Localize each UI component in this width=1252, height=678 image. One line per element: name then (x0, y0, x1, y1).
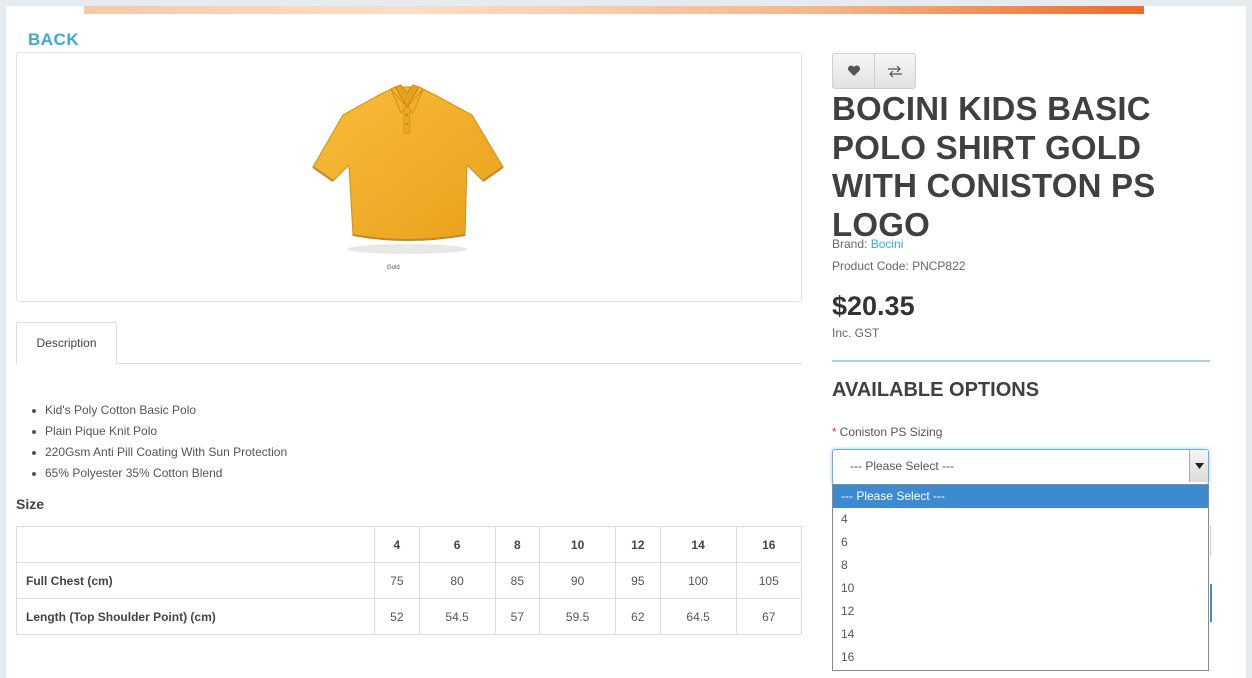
size-column-header: 14 (659, 526, 737, 563)
size-column-header: 6 (418, 526, 496, 563)
product-code-line: Product Code: PNCP822 (832, 259, 965, 273)
size-chart-table: 4 6 8 10 12 14 16 Full Chest (cm) 75 80 … (16, 526, 802, 635)
size-column-header: 10 (539, 526, 616, 563)
row-label: Length (Top Shoulder Point) (cm) (16, 598, 375, 635)
header-accent-bar (84, 6, 1144, 14)
caret-down-icon (1194, 463, 1204, 469)
table-cell: 64.5 (659, 598, 737, 635)
tab-strip: Description (16, 322, 802, 364)
size-column-header: 4 (374, 526, 420, 563)
table-cell: 59.5 (539, 598, 616, 635)
dropdown-option-placeholder[interactable]: --- Please Select --- (833, 485, 1208, 508)
required-marker: * (832, 425, 837, 439)
add-to-wishlist-button[interactable] (833, 54, 875, 88)
dropdown-option[interactable]: 10 (833, 577, 1208, 600)
list-item: Plain Pique Knit Polo (28, 421, 287, 442)
table-cell: 95 (615, 562, 661, 599)
size-column-header: 12 (615, 526, 661, 563)
list-item: Kid's Poly Cotton Basic Polo (28, 400, 287, 421)
size-column-header: 16 (735, 526, 802, 563)
table-cell: 62 (615, 598, 661, 635)
sizing-field-label: * Coniston PS Sizing (832, 425, 942, 439)
product-image[interactable] (307, 77, 507, 262)
table-cell: 100 (659, 562, 737, 599)
sizing-dropdown-list: --- Please Select --- 4 6 8 10 12 14 16 (832, 484, 1209, 671)
sizing-select[interactable]: --- Please Select --- (832, 449, 1209, 485)
brand-line: Brand: Bocini (832, 237, 903, 251)
table-row: Full Chest (cm) 75 80 85 90 95 100 105 (16, 562, 802, 599)
product-code-label: Product Code: (832, 259, 909, 273)
dropdown-option[interactable]: 4 (833, 508, 1208, 531)
description-list: Kid's Poly Cotton Basic Polo Plain Pique… (28, 400, 287, 484)
table-cell: 80 (418, 562, 496, 599)
table-cell: 105 (735, 562, 802, 599)
table-cell: 85 (494, 562, 541, 599)
table-cell: 90 (539, 562, 616, 599)
table-cell: 57 (494, 598, 541, 635)
size-heading: Size (16, 496, 45, 512)
table-header-row: 4 6 8 10 12 14 16 (16, 526, 802, 563)
dropdown-option[interactable]: 14 (833, 623, 1208, 646)
list-item: 220Gsm Anti Pill Coating With Sun Protec… (28, 442, 287, 463)
tab-description[interactable]: Description (16, 322, 117, 364)
polo-shirt-image (312, 84, 504, 254)
sizing-label-text: Coniston PS Sizing (839, 425, 943, 439)
table-cell: 52 (374, 598, 420, 635)
select-toggle[interactable] (1189, 450, 1208, 482)
brand-link[interactable]: Bocini (871, 237, 904, 251)
dropdown-option[interactable]: 12 (833, 600, 1208, 623)
table-cell: 67 (735, 598, 802, 635)
image-caption: Gold (387, 265, 400, 271)
tax-note: Inc. GST (832, 326, 880, 340)
list-item: 65% Polyester 35% Cotton Blend (28, 463, 287, 484)
row-label: Full Chest (cm) (16, 562, 375, 599)
back-link[interactable]: BACK (28, 30, 79, 50)
options-heading: AVAILABLE OPTIONS (832, 379, 1040, 401)
dropdown-option[interactable]: 8 (833, 554, 1208, 577)
brand-label: Brand: (832, 237, 868, 251)
product-code-value: PNCP822 (912, 259, 966, 273)
compare-arrows-icon (887, 65, 902, 77)
size-column-header: 8 (494, 526, 541, 563)
product-title: BOCINI KIDS BASIC POLO SHIRT GOLD WITH C… (832, 90, 1156, 243)
product-price: $20.35 (832, 291, 915, 321)
product-image-panel: Gold (16, 52, 802, 302)
table-corner-cell (16, 526, 375, 563)
table-cell: 54.5 (418, 598, 496, 635)
section-divider (832, 360, 1210, 362)
dropdown-option[interactable]: 16 (833, 646, 1208, 669)
dropdown-option[interactable]: 6 (833, 531, 1208, 554)
add-to-compare-button[interactable] (874, 54, 915, 88)
product-page: BACK Gold Description Kid's Poly Cotton … (6, 6, 1246, 678)
select-current-value: --- Please Select --- (850, 459, 955, 473)
table-cell: 75 (374, 562, 420, 599)
wishlist-compare-group (832, 53, 916, 89)
heart-icon (847, 65, 860, 76)
table-row: Length (Top Shoulder Point) (cm) 52 54.5… (16, 598, 802, 635)
